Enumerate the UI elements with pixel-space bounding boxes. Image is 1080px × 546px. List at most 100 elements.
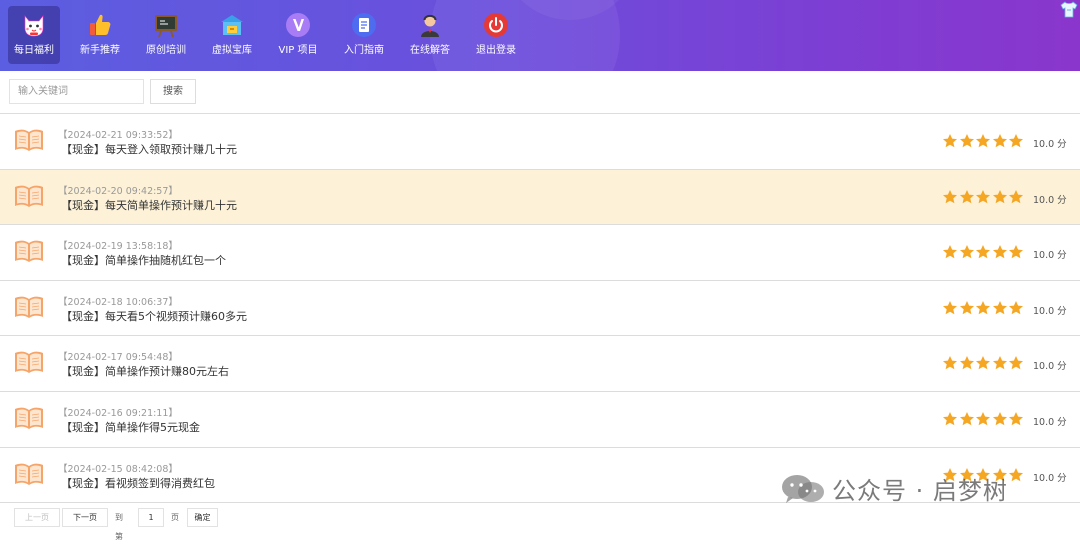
star-icon (1009, 134, 1023, 148)
item-score: 10.0 分 (1033, 305, 1067, 317)
item-date: 【2024-02-21 09:33:52】 (58, 130, 178, 141)
star-icon (1009, 189, 1023, 203)
item-score: 10.0 分 (1033, 139, 1067, 150)
item-title[interactable]: 【现金】简单操作抽随机红包一个 (61, 252, 226, 268)
star-icon (943, 300, 957, 315)
item-title[interactable]: 【现金】每天简单操作预计赚几十元 (61, 197, 237, 213)
list-item[interactable]: 【2024-02-16 09:21:11】 【现金】简单操作得5元现金 10.0 分 (0, 391, 1080, 448)
star-rating (942, 355, 1025, 371)
star-icon (943, 134, 957, 148)
item-date: 【2024-02-19 13:58:18】 (58, 241, 178, 253)
book-icon (15, 240, 43, 263)
item-title[interactable]: 【现金】简单操作预计赚80元左右 (61, 363, 229, 379)
star-icon (992, 134, 1007, 148)
item-date: 【2024-02-16 09:21:11】 (58, 407, 178, 419)
power-icon (484, 13, 508, 37)
star-icon (992, 189, 1007, 203)
nav-item-label: 虚拟宝库 (212, 45, 252, 56)
list-item[interactable]: 【2024-02-20 09:42:57】 【现金】每天简单操作预计赚几十元 10.… (0, 169, 1080, 226)
nav-item-label: 新手推荐 (80, 45, 120, 56)
thumbs-up-icon (90, 14, 111, 36)
book-icon (15, 296, 43, 318)
star-rating (942, 189, 1025, 205)
nav-item-label: 入门指南 (344, 45, 384, 56)
star-icon (1009, 300, 1023, 315)
page-number-input[interactable]: 1 (138, 508, 164, 527)
list-item[interactable]: 【2024-02-17 09:54:48】 【现金】简单操作预计赚80元左右 10.… (0, 336, 1080, 392)
item-date: 【2024-02-20 09:42:57】 (58, 185, 178, 197)
document-icon (352, 13, 376, 37)
star-icon (1009, 467, 1023, 481)
article-list: 【2024-02-21 09:33:52】 【现金】每天登入领取预计赚几十元 10.… (0, 113, 1080, 504)
book-icon (15, 185, 43, 207)
nav-item-original-training[interactable]: 原创培训 (134, 0, 198, 71)
star-icon (959, 189, 974, 203)
goto-label: 到第 (115, 513, 123, 541)
star-icon (976, 356, 990, 370)
list-item[interactable]: 【2024-02-18 10:06:37】 【现金】每天看5个视频预计赚60多元 1… (0, 280, 1080, 337)
nav-item-label: VIP 项目 (278, 45, 318, 56)
star-icon (976, 134, 990, 148)
item-date: 【2024-02-17 09:54:48】 (58, 352, 178, 364)
star-icon (992, 411, 1007, 426)
item-date: 【2024-02-18 10:06:37】 (58, 296, 178, 308)
item-score: 10.0 分 (1033, 250, 1067, 262)
prev-page-button[interactable]: 上一页 (14, 508, 60, 527)
item-score: 10.0 分 (1033, 361, 1067, 373)
nav-item-label: 原创培训 (146, 45, 186, 56)
vip-icon (286, 13, 310, 37)
lucky-cat-icon (24, 15, 44, 37)
star-icon (992, 300, 1007, 315)
star-icon (943, 411, 957, 426)
list-item[interactable]: 【2024-02-21 09:33:52】 【现金】每天登入领取预计赚几十元 10.… (0, 114, 1080, 170)
star-icon (1009, 356, 1023, 370)
item-title[interactable]: 【现金】看视频签到得消费红包 (61, 475, 215, 491)
star-icon (959, 356, 974, 370)
star-icon (959, 300, 974, 315)
star-icon (959, 134, 974, 148)
search-button[interactable]: 搜索 (150, 79, 196, 104)
nav-item-label: 退出登录 (476, 45, 516, 56)
nav-item-logout[interactable]: 退出登录 (464, 0, 528, 71)
star-icon (976, 300, 990, 315)
star-icon (943, 189, 957, 203)
star-icon (943, 245, 957, 259)
item-title[interactable]: 【现金】每天看5个视频预计赚60多元 (61, 308, 247, 324)
star-icon (959, 411, 974, 426)
nav-item-label: 在线解答 (410, 45, 450, 56)
list-item[interactable]: 【2024-02-19 13:58:18】 【现金】简单操作抽随机红包一个 10.0… (0, 225, 1080, 281)
book-icon (15, 129, 43, 151)
item-score: 10.0 分 (1033, 472, 1067, 484)
item-title[interactable]: 【现金】每天登入领取预计赚几十元 (61, 141, 237, 157)
item-date: 【2024-02-15 08:42:08】 (58, 463, 178, 475)
watermark-text: 公众号 · 启梦树 (832, 477, 1008, 505)
star-rating (942, 244, 1025, 260)
book-icon (15, 407, 43, 429)
star-icon (959, 245, 974, 259)
nav-item-beginner-recommend[interactable]: 新手推荐 (68, 0, 132, 71)
star-rating (942, 411, 1025, 427)
star-icon (992, 356, 1007, 370)
star-rating (942, 133, 1025, 149)
nav-item-vip-project[interactable]: VIP 项目 (266, 0, 330, 71)
item-title[interactable]: 【现金】简单操作得5元现金 (61, 419, 200, 435)
star-icon (943, 356, 957, 370)
confirm-page-button[interactable]: 确定 (187, 508, 218, 527)
search-input[interactable] (9, 79, 144, 104)
next-page-button[interactable]: 下一页 (62, 508, 108, 527)
nav-item-virtual-treasury[interactable]: 虚拟宝库 (200, 0, 264, 71)
star-icon (1009, 245, 1023, 259)
blackboard-icon (155, 15, 177, 38)
page-unit-label: 页 (171, 513, 179, 522)
nav-item-online-answers[interactable]: 在线解答 (398, 0, 462, 71)
star-rating (942, 300, 1025, 316)
star-icon (976, 189, 990, 203)
nav-item-daily-welfare[interactable]: 每日福利 (8, 6, 60, 64)
star-icon (976, 411, 990, 426)
book-icon (15, 463, 43, 485)
wechat-icon (782, 475, 824, 503)
skin-shirt-icon[interactable] (1060, 1, 1078, 18)
nav-item-getting-started[interactable]: 入门指南 (332, 0, 396, 71)
star-icon (976, 245, 990, 259)
nav-item-label: 每日福利 (14, 45, 54, 56)
